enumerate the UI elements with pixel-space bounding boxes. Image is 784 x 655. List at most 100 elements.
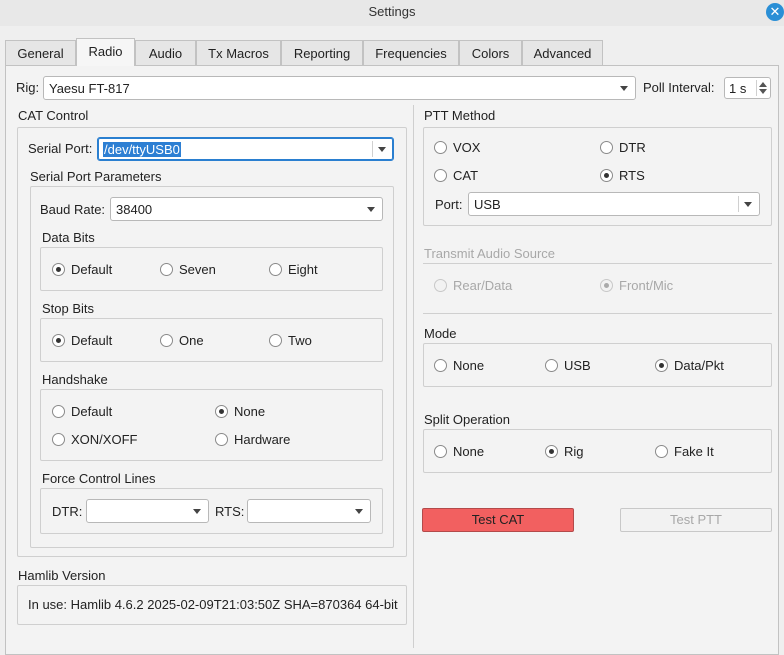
radio-indicator[interactable] [434, 141, 447, 154]
radio-label: Front/Mic [619, 278, 674, 293]
radio-label: XON/XOFF [71, 432, 138, 447]
radio-indicator[interactable] [600, 141, 613, 154]
cat-control-title: CAT Control [18, 108, 89, 123]
ptt-port-combo[interactable]: USB [468, 192, 760, 216]
title-bar: Settings ✕ [0, 0, 784, 26]
force-control-lines-title: Force Control Lines [42, 471, 156, 486]
dtr-select[interactable] [86, 499, 209, 523]
stop-bits-title: Stop Bits [42, 301, 95, 316]
tab-frequencies[interactable]: Frequencies [363, 40, 459, 66]
combo-separator [738, 196, 739, 212]
chevron-down-icon [620, 86, 628, 91]
ptt-method-title: PTT Method [424, 108, 496, 123]
radio-indicator[interactable] [215, 433, 228, 446]
tab-advanced[interactable]: Advanced [522, 40, 603, 66]
spin-separator [756, 80, 757, 96]
ptt-port-value: USB [474, 197, 501, 212]
column-divider [413, 105, 414, 648]
radio-indicator[interactable] [434, 359, 447, 372]
test-ptt-button: Test PTT [620, 508, 772, 532]
radio-label: Rig [564, 444, 584, 459]
radio-indicator[interactable] [434, 169, 447, 182]
tab-audio[interactable]: Audio [135, 40, 196, 66]
radio-indicator[interactable] [160, 334, 173, 347]
spin-down-icon[interactable] [759, 89, 767, 94]
radio-label: Hardware [234, 432, 291, 447]
handshake-group [40, 389, 383, 461]
radio-label: Rear/Data [453, 278, 513, 293]
radio-label: Eight [288, 262, 318, 277]
split-operation-title: Split Operation [424, 412, 510, 427]
serial-port-value[interactable]: /dev/ttyUSB0 [103, 142, 181, 157]
rts-label: RTS: [215, 504, 245, 519]
dtr-label: DTR: [52, 504, 83, 519]
tab-radio[interactable]: Radio [76, 38, 135, 66]
tab-tx-macros[interactable]: Tx Macros [196, 40, 281, 66]
radio-indicator[interactable] [655, 359, 668, 372]
chevron-down-icon [367, 207, 375, 212]
radio-label: Two [288, 333, 312, 348]
radio-indicator [600, 279, 613, 292]
rts-select[interactable] [247, 499, 371, 523]
poll-interval-label: Poll Interval: [643, 80, 715, 95]
window-title: Settings [368, 4, 416, 19]
baud-rate-value: 38400 [116, 202, 153, 217]
radio-label: One [179, 333, 204, 348]
radio-indicator [434, 279, 447, 292]
radio-label: RTS [619, 168, 645, 183]
chevron-down-icon[interactable] [744, 202, 752, 207]
radio-indicator[interactable] [52, 405, 65, 418]
radio-indicator[interactable] [215, 405, 228, 418]
radio-label: None [453, 444, 485, 459]
transmit-audio-bottom-divider [423, 313, 772, 314]
hamlib-version-text: In use: Hamlib 4.6.2 2025-02-09T21:03:50… [28, 597, 398, 612]
radio-label: Default [71, 333, 113, 348]
tab-general[interactable]: General [5, 40, 76, 66]
serial-port-params-title: Serial Port Parameters [30, 169, 162, 184]
poll-interval-value: 1 s [729, 81, 747, 96]
radio-indicator[interactable] [52, 334, 65, 347]
radio-indicator[interactable] [655, 445, 668, 458]
baud-rate-label: Baud Rate: [40, 202, 106, 217]
serial-port-label: Serial Port: [28, 141, 93, 156]
transmit-audio-source-title: Transmit Audio Source [424, 246, 556, 261]
combo-separator [372, 141, 373, 157]
handshake-title: Handshake [42, 372, 108, 387]
radio-indicator[interactable] [545, 359, 558, 372]
radio-label: Default [71, 404, 113, 419]
ptt-port-label: Port: [435, 197, 463, 212]
rig-label: Rig: [16, 80, 40, 95]
close-icon[interactable]: ✕ [766, 3, 784, 21]
radio-indicator[interactable] [600, 169, 613, 182]
spin-up-icon[interactable] [759, 82, 767, 87]
data-bits-title: Data Bits [42, 230, 95, 245]
mode-title: Mode [424, 326, 457, 341]
radio-indicator[interactable] [269, 263, 282, 276]
tab-reporting[interactable]: Reporting [281, 40, 363, 66]
radio-indicator[interactable] [545, 445, 558, 458]
radio-indicator[interactable] [269, 334, 282, 347]
tab-colors[interactable]: Colors [459, 40, 522, 66]
radio-label: Default [71, 262, 113, 277]
radio-indicator[interactable] [160, 263, 173, 276]
radio-label: Fake It [674, 444, 714, 459]
radio-indicator[interactable] [52, 433, 65, 446]
radio-label: CAT [453, 168, 479, 183]
hamlib-version-title: Hamlib Version [18, 568, 106, 583]
chevron-down-icon [355, 509, 363, 514]
radio-label: Data/Pkt [674, 358, 724, 373]
radio-label: DTR [619, 140, 646, 155]
baud-rate-select[interactable]: 38400 [110, 197, 383, 221]
radio-label: Seven [179, 262, 216, 277]
radio-label: VOX [453, 140, 481, 155]
rig-select[interactable]: Yaesu FT-817 [43, 76, 636, 100]
chevron-down-icon[interactable] [378, 147, 386, 152]
radio-indicator[interactable] [52, 263, 65, 276]
serial-port-combo[interactable]: /dev/ttyUSB0 [97, 137, 394, 161]
transmit-audio-divider [423, 263, 772, 264]
radio-indicator[interactable] [434, 445, 447, 458]
rig-value: Yaesu FT-817 [49, 81, 130, 96]
radio-label: None [453, 358, 485, 373]
poll-interval-spinbox[interactable]: 1 s [724, 77, 771, 99]
test-cat-button[interactable]: Test CAT [422, 508, 574, 532]
